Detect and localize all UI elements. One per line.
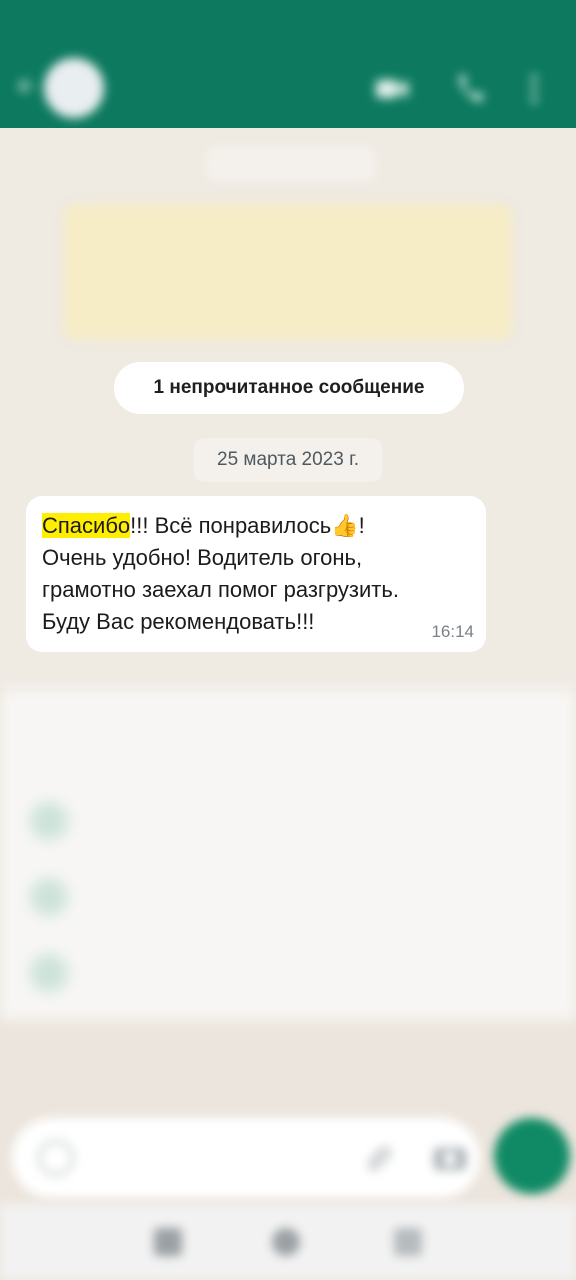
top-bar bbox=[0, 0, 576, 128]
more-vert-icon[interactable] bbox=[524, 72, 544, 106]
message-composer[interactable] bbox=[12, 1118, 480, 1198]
attach-icon[interactable] bbox=[364, 1142, 394, 1174]
back-arrow-icon[interactable] bbox=[14, 74, 38, 98]
message-line2: Очень удобно! Водитель огонь, bbox=[42, 545, 363, 570]
home-icon[interactable] bbox=[272, 1228, 300, 1256]
message-bubble[interactable]: Спасибо!!! Всё понравилось👍! Очень удобн… bbox=[26, 496, 486, 652]
avatar[interactable] bbox=[44, 58, 104, 118]
message-line3: грамотно заехал помог разгрузить. bbox=[42, 577, 399, 602]
phone-icon[interactable] bbox=[452, 72, 488, 106]
back-nav-icon[interactable] bbox=[394, 1228, 422, 1256]
message-text: Спасибо!!! Всё понравилось👍! Очень удобн… bbox=[42, 510, 470, 638]
message-time: 16:14 bbox=[431, 622, 474, 641]
unread-messages-chip: 1 непрочитанное сообщение bbox=[114, 362, 464, 414]
check-icon bbox=[30, 802, 68, 840]
status-bar bbox=[0, 0, 576, 52]
thumbs-up-icon: 👍 bbox=[331, 513, 359, 538]
archive-icon bbox=[30, 878, 68, 916]
add-contact-icon bbox=[30, 954, 68, 992]
sheet-item-archive[interactable] bbox=[30, 874, 430, 920]
date-chip: 25 марта 2023 г. bbox=[194, 438, 382, 482]
sheet-item-check[interactable] bbox=[30, 798, 430, 844]
emoji-icon[interactable] bbox=[38, 1140, 74, 1176]
highlighted-word: Спасибо bbox=[42, 513, 131, 538]
camera-icon[interactable] bbox=[432, 1140, 468, 1174]
mic-button[interactable] bbox=[494, 1118, 570, 1194]
message-line4: Буду Вас рекомендовать!!! bbox=[42, 609, 315, 634]
old-date-chip bbox=[206, 146, 376, 182]
message-line1-end: ! bbox=[358, 513, 365, 538]
contact-actions-sheet bbox=[0, 688, 576, 1020]
video-call-icon[interactable] bbox=[374, 72, 410, 106]
sheet-item-add-contact[interactable] bbox=[30, 950, 430, 996]
message-line1: !!! Всё понравилось bbox=[130, 513, 332, 538]
encryption-notice[interactable] bbox=[64, 204, 512, 340]
recents-icon[interactable] bbox=[154, 1228, 182, 1256]
system-nav-bar bbox=[0, 1204, 576, 1280]
chat-header bbox=[0, 52, 576, 128]
chat-area: 1 непрочитанное сообщение 25 марта 2023 … bbox=[0, 128, 576, 688]
